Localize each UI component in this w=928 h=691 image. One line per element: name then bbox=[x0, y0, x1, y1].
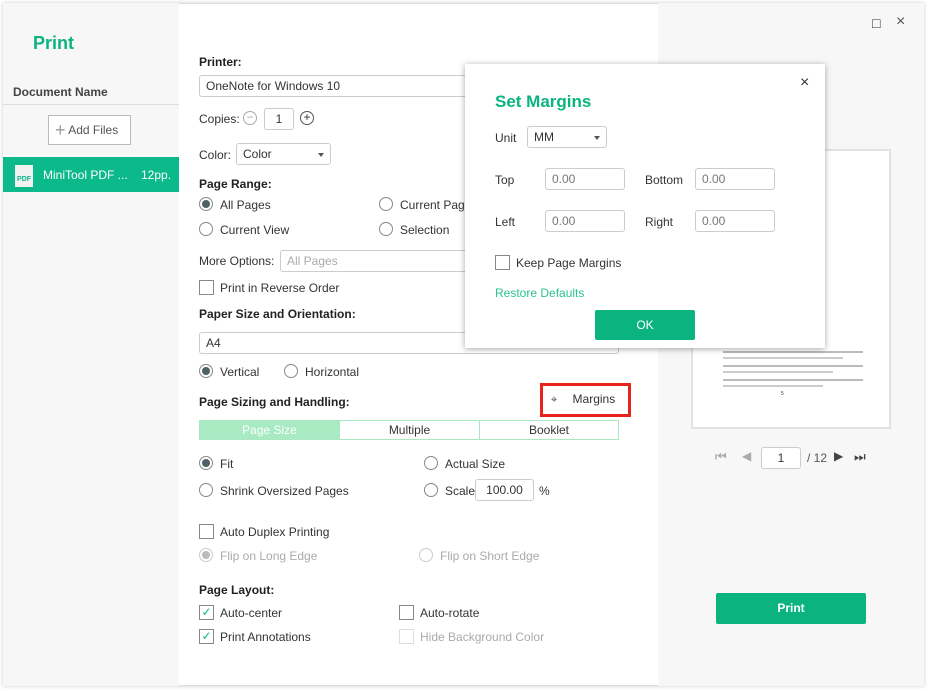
auto-rotate-checkbox[interactable] bbox=[399, 605, 414, 620]
bottom-margin-input[interactable]: 0.00 bbox=[695, 168, 775, 190]
scale-input[interactable]: 100.00 bbox=[475, 479, 534, 501]
next-page-button[interactable]: ▶ bbox=[834, 449, 843, 463]
more-options-label: More Options: bbox=[199, 254, 275, 268]
color-value: Color bbox=[243, 147, 272, 161]
page-range-label: Page Range: bbox=[199, 177, 272, 191]
close-window-button[interactable]: × bbox=[896, 13, 905, 31]
prev-page-button[interactable]: ◀ bbox=[742, 449, 751, 463]
right-margin-input[interactable]: 0.00 bbox=[695, 210, 775, 232]
shrink-radio[interactable] bbox=[199, 483, 213, 497]
auto-center-label: Auto-center bbox=[220, 606, 283, 620]
scale-radio[interactable] bbox=[424, 483, 438, 497]
horizontal-label: Horizontal bbox=[305, 365, 360, 379]
all-pages-radio[interactable] bbox=[199, 197, 213, 211]
hide-background-label: Hide Background Color bbox=[420, 630, 545, 644]
color-label: Color: bbox=[199, 148, 232, 162]
current-view-radio[interactable] bbox=[199, 222, 213, 236]
maximize-button[interactable]: □ bbox=[872, 15, 880, 31]
sidebar: Print Document Name + Add Files PDF Mini… bbox=[3, 3, 179, 686]
tab-multiple[interactable]: Multiple bbox=[339, 420, 480, 440]
all-pages-label: All Pages bbox=[220, 198, 271, 212]
file-pages: 12pp. bbox=[141, 168, 172, 182]
unit-label: Unit bbox=[495, 131, 517, 145]
print-title: Print bbox=[33, 33, 75, 53]
actual-size-radio[interactable] bbox=[424, 456, 438, 470]
last-page-button[interactable]: ⏭ bbox=[854, 449, 866, 465]
auto-duplex-label: Auto Duplex Printing bbox=[220, 525, 330, 539]
set-margins-dialog: × Set Margins Unit MM Top 0.00 Bottom 0.… bbox=[465, 64, 825, 348]
file-name: MiniTool PDF ... bbox=[43, 168, 128, 182]
add-files-label: Add Files bbox=[68, 123, 119, 137]
page-number-input[interactable]: 1 bbox=[761, 447, 801, 469]
current-page-radio[interactable] bbox=[379, 197, 393, 211]
page-layout-label: Page Layout: bbox=[199, 583, 275, 597]
page-sizing-label: Page Sizing and Handling: bbox=[199, 395, 350, 409]
dropdown-arrow-icon bbox=[594, 136, 600, 143]
dialog-title: Set Margins bbox=[495, 92, 592, 111]
keep-margins-label: Keep Page Margins bbox=[516, 256, 622, 270]
right-label: Right bbox=[645, 215, 674, 229]
keep-margins-checkbox[interactable] bbox=[495, 255, 510, 270]
fit-radio[interactable] bbox=[199, 456, 213, 470]
flip-short-label: Flip on Short Edge bbox=[440, 549, 540, 563]
copies-input[interactable]: 1 bbox=[264, 108, 294, 130]
restore-defaults-link[interactable]: Restore Defaults bbox=[495, 286, 584, 300]
printer-label: Printer: bbox=[199, 55, 242, 69]
top-margin-input[interactable]: 0.00 bbox=[545, 168, 625, 190]
paper-size-label: Paper Size and Orientation: bbox=[199, 307, 356, 321]
scale-unit: % bbox=[539, 484, 550, 498]
page-total: / 12 bbox=[807, 451, 828, 465]
increment-copies-button[interactable]: + bbox=[300, 111, 314, 125]
margins-icon: ⌖ bbox=[551, 394, 558, 406]
tab-booklet[interactable]: Booklet bbox=[479, 420, 619, 440]
print-button[interactable]: Print bbox=[716, 593, 866, 624]
first-page-button[interactable]: ⏮ bbox=[715, 449, 727, 465]
page-footer-number: 5 bbox=[781, 391, 784, 397]
color-select[interactable]: Color bbox=[236, 143, 331, 165]
horizontal-radio[interactable] bbox=[284, 364, 298, 378]
dropdown-arrow-icon bbox=[318, 153, 324, 160]
top-label: Top bbox=[495, 173, 515, 187]
left-margin-input[interactable]: 0.00 bbox=[545, 210, 625, 232]
left-label: Left bbox=[495, 215, 516, 229]
close-dialog-button[interactable]: × bbox=[800, 74, 809, 92]
print-annotations-checkbox[interactable]: ✓ bbox=[199, 629, 214, 644]
selection-label: Selection bbox=[400, 223, 450, 237]
fit-label: Fit bbox=[220, 457, 234, 471]
margins-label: Margins bbox=[572, 392, 616, 406]
unit-select[interactable]: MM bbox=[527, 126, 607, 148]
shrink-label: Shrink Oversized Pages bbox=[220, 484, 349, 498]
ok-button[interactable]: OK bbox=[595, 310, 695, 340]
unit-value: MM bbox=[534, 130, 554, 144]
document-name-header: Document Name bbox=[13, 85, 108, 99]
reverse-order-label: Print in Reverse Order bbox=[220, 281, 340, 295]
auto-center-checkbox[interactable]: ✓ bbox=[199, 605, 214, 620]
current-page-label: Current Page bbox=[400, 198, 472, 212]
pdf-file-icon: PDF bbox=[15, 165, 33, 187]
decrement-copies-button[interactable]: − bbox=[243, 111, 257, 125]
hide-background-checkbox bbox=[399, 629, 414, 644]
copies-label: Copies: bbox=[199, 112, 240, 126]
auto-rotate-label: Auto-rotate bbox=[420, 606, 480, 620]
current-view-label: Current View bbox=[220, 223, 290, 237]
print-annotations-label: Print Annotations bbox=[220, 630, 311, 644]
bottom-label: Bottom bbox=[645, 173, 684, 187]
auto-duplex-checkbox[interactable] bbox=[199, 524, 214, 539]
vertical-label: Vertical bbox=[220, 365, 260, 379]
margins-button[interactable]: ⌖ Margins bbox=[540, 383, 631, 417]
scale-label: Scale bbox=[445, 484, 476, 498]
selection-radio[interactable] bbox=[379, 222, 393, 236]
vertical-radio[interactable] bbox=[199, 364, 213, 378]
flip-short-radio bbox=[419, 548, 433, 562]
reverse-order-checkbox[interactable] bbox=[199, 280, 214, 295]
tab-page-size[interactable]: Page Size bbox=[199, 420, 340, 440]
file-list-item[interactable]: PDF MiniTool PDF ... 12pp. bbox=[3, 157, 179, 192]
plus-icon: + bbox=[55, 120, 66, 140]
flip-long-label: Flip on Long Edge bbox=[220, 549, 318, 563]
actual-size-label: Actual Size bbox=[445, 457, 506, 471]
divider bbox=[3, 104, 179, 105]
add-files-button[interactable]: + Add Files bbox=[48, 115, 131, 145]
flip-long-radio bbox=[199, 548, 213, 562]
